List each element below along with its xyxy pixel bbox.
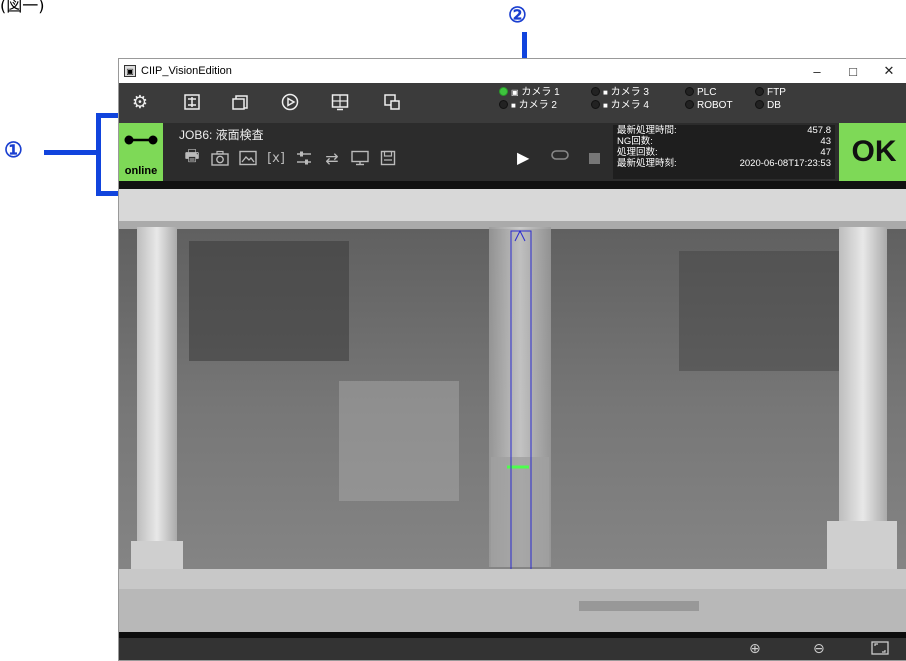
camera-image-view[interactable] — [119, 181, 906, 638]
status-ok-icon — [499, 87, 508, 96]
image-icon[interactable] — [237, 147, 259, 169]
camera-icon: ■ — [511, 101, 516, 110]
callout-number-1: ① — [4, 137, 23, 162]
job-info-bar: online JOB6: 液面検査 🖶 [x] ⇄ ▶ 最新処理時間: 457.… — [119, 123, 906, 181]
maximize-button[interactable]: □ — [835, 59, 871, 83]
display-icon[interactable] — [349, 147, 371, 169]
status-off-icon — [591, 100, 600, 109]
layers-icon[interactable] — [381, 91, 403, 113]
title-bar: ▣ CIIP_VisionEdition – □ ✕ — [119, 59, 906, 83]
minimize-button[interactable]: – — [799, 59, 835, 83]
device-status-group-1: PLC ROBOT — [685, 86, 733, 112]
stat-row: NG回数: 43 — [617, 136, 831, 147]
status-off-icon — [499, 100, 508, 109]
bottom-bar: ⊕ ⊖ — [119, 638, 906, 660]
save-icon[interactable] — [377, 147, 399, 169]
gear-icon[interactable]: ⚙ — [129, 91, 151, 113]
online-label: online — [124, 165, 158, 177]
status-off-icon — [755, 87, 764, 96]
app-window: ▣ CIIP_VisionEdition – □ ✕ ⚙ ▣ カメラ 1 ■ カ… — [118, 58, 906, 661]
camera-icon: ▣ — [511, 88, 519, 97]
variable-icon[interactable]: [x] — [265, 147, 287, 169]
play-circle-icon[interactable] — [279, 91, 301, 113]
close-button[interactable]: ✕ — [871, 59, 906, 83]
status-off-icon — [685, 100, 694, 109]
page-top-text: (図一) — [0, 0, 45, 15]
job-title: JOB6: 液面検査 — [179, 128, 264, 142]
camera-icon: ■ — [603, 101, 608, 110]
callout-line-1 — [44, 150, 96, 155]
zoom-in-icon[interactable]: ⊕ — [749, 641, 761, 657]
callout-number-2: ② — [508, 2, 527, 27]
camera-icon: ■ — [603, 88, 608, 97]
register-icon[interactable]: 🖶 — [181, 146, 203, 169]
camera-status-group-1: ▣ カメラ 1 ■ カメラ 2 — [499, 86, 560, 112]
status-off-icon — [755, 100, 764, 109]
adjust-icon[interactable] — [181, 91, 203, 113]
device-status-group-2: FTP DB — [755, 86, 786, 112]
stat-row: 最新処理時刻: 2020-06-08T17:23:53 — [617, 158, 831, 169]
camera-status-4: ■ カメラ 4 — [591, 99, 649, 112]
image-stack-icon[interactable] — [229, 91, 251, 113]
online-toggle-button[interactable]: online — [119, 123, 163, 181]
camera-status-group-2: ■ カメラ 3 ■ カメラ 4 — [591, 86, 649, 112]
window-title: CIIP_VisionEdition — [141, 65, 232, 77]
monitor-grid-icon[interactable] — [329, 91, 351, 113]
status-off-icon — [685, 87, 694, 96]
device-status-ftp: FTP — [755, 86, 786, 99]
transfer-icon[interactable]: ⇄ — [321, 147, 343, 169]
zoom-out-icon[interactable]: ⊖ — [813, 641, 825, 657]
test-tube-image — [119, 181, 906, 638]
processing-stats: 最新処理時間: 457.8 NG回数: 43 処理回数: 47 最新処理時刻: 2020… — [613, 125, 835, 179]
settings-sliders-icon[interactable] — [293, 147, 315, 169]
camera-status-2: ■ カメラ 2 — [499, 99, 560, 112]
device-status-plc: PLC — [685, 86, 733, 99]
camera-status-3: ■ カメラ 3 — [591, 86, 649, 99]
camera-status-1: ▣ カメラ 1 — [499, 86, 560, 99]
play-button[interactable]: ▶ — [517, 148, 529, 167]
status-off-icon — [591, 87, 600, 96]
connection-icon — [124, 135, 158, 145]
loop-button[interactable] — [551, 147, 569, 166]
fit-screen-icon[interactable] — [871, 641, 889, 659]
result-badge: OK — [839, 123, 906, 181]
app-icon: ▣ — [124, 65, 136, 77]
camera-icon[interactable] — [209, 147, 231, 169]
device-status-robot: ROBOT — [685, 99, 733, 112]
stop-button[interactable] — [589, 153, 600, 164]
main-toolbar: ⚙ ▣ カメラ 1 ■ カメラ 2 ■ カメラ 3 ■ カメラ 4 PLC RO… — [119, 83, 906, 123]
device-status-db: DB — [755, 99, 786, 112]
stat-row: 最新処理時間: 457.8 — [617, 125, 831, 136]
stat-row: 処理回数: 47 — [617, 147, 831, 158]
